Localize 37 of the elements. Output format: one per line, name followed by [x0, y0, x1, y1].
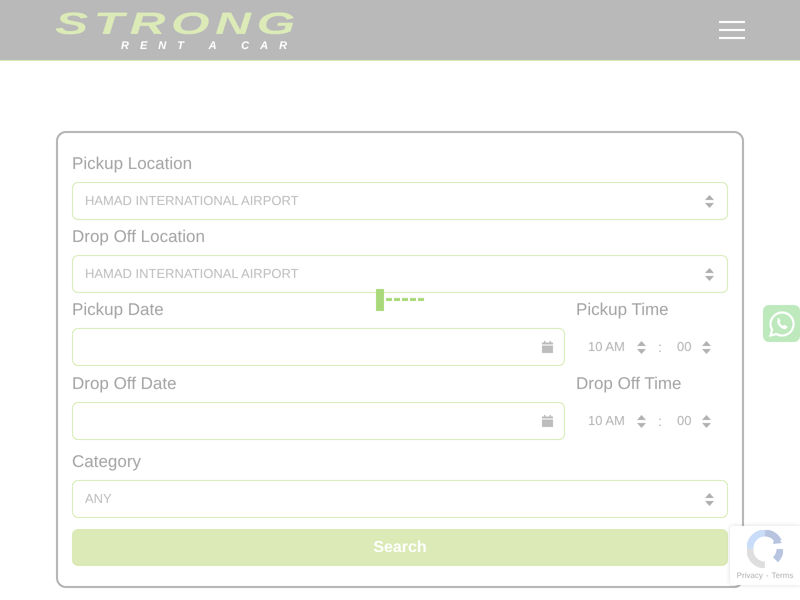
logo-subtitle[interactable]: RENT A CAR	[121, 41, 298, 52]
menu-icon[interactable]	[719, 21, 745, 39]
location-select[interactable]: HAMAD INTERNATIONAL AIRPORT	[72, 182, 728, 220]
updown-arrows-icon	[637, 340, 646, 354]
chat-button[interactable]	[763, 305, 800, 342]
terms-link[interactable]: Terms	[772, 571, 794, 581]
category-select[interactable]: ANY	[72, 480, 728, 518]
field-label: Pickup Date	[72, 299, 164, 321]
date-input[interactable]	[72, 328, 565, 366]
calendar-icon	[542, 341, 553, 353]
field-label: Category	[72, 451, 141, 473]
field-label: Drop Off Date	[72, 373, 177, 395]
hour-select[interactable]: 10 AM	[576, 333, 650, 361]
field-label: Drop Off Location	[72, 226, 205, 248]
calendar-icon	[542, 415, 553, 427]
minute-select[interactable]: 00	[666, 407, 714, 435]
updown-arrows-icon	[702, 340, 711, 354]
field-label: Drop Off Time	[576, 373, 682, 395]
time-separator: :	[657, 338, 663, 356]
updown-arrows-icon	[705, 492, 714, 506]
updown-arrows-icon	[702, 414, 711, 428]
time-separator: :	[657, 412, 663, 430]
loading-icon	[376, 289, 424, 311]
field-label: Pickup Location	[72, 153, 192, 175]
privacy-link[interactable]: Privacy	[736, 571, 763, 581]
updown-arrows-icon	[705, 268, 714, 280]
updown-arrows-icon	[637, 414, 646, 428]
link-separator: -	[766, 571, 769, 581]
updown-arrows-icon	[705, 194, 714, 208]
date-input[interactable]	[72, 402, 565, 440]
minute-select[interactable]: 00	[666, 333, 714, 361]
field-label: Pickup Time	[576, 299, 669, 321]
search-button[interactable]: Search	[72, 529, 728, 566]
hour-select[interactable]: 10 AM	[576, 407, 650, 435]
circular-arrows-icon	[747, 530, 783, 568]
chat-phone-icon	[768, 310, 796, 338]
location-select[interactable]: HAMAD INTERNATIONAL AIRPORT	[72, 255, 728, 293]
